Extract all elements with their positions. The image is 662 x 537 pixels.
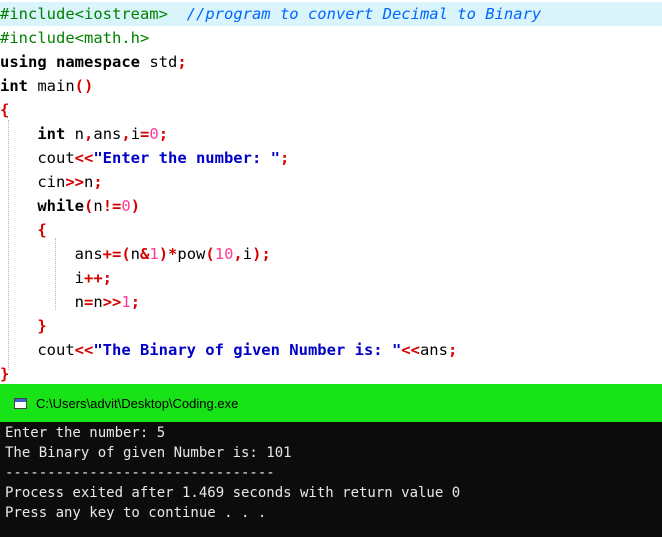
identifier: n — [130, 245, 141, 263]
operator: += — [102, 245, 122, 263]
keyword: int — [37, 125, 66, 143]
string-literal: "Enter the number: " — [93, 149, 280, 167]
identifier: ans — [74, 245, 103, 263]
operator: >> — [65, 173, 84, 191]
comma: , — [121, 125, 131, 143]
code-line-1[interactable]: #include<iostream> //program to convert … — [0, 2, 662, 26]
operator: ++ — [84, 269, 103, 287]
semicolon: ; — [130, 293, 141, 311]
number-literal: 1 — [149, 245, 159, 263]
code-editor[interactable]: #include<iostream> //program to convert … — [0, 0, 662, 384]
semicolon: ; — [279, 149, 290, 167]
console-titlebar[interactable]: C:\Users\advit\Desktop\Coding.exe — [0, 384, 662, 422]
code-line-6[interactable]: int n,ans,i=0; — [0, 122, 168, 146]
console-output[interactable]: Enter the number: 5 The Binary of given … — [0, 422, 662, 537]
operator: & — [140, 245, 150, 263]
code-line-10[interactable]: { — [0, 218, 47, 242]
identifier: n — [74, 293, 84, 311]
semicolon: ; — [261, 245, 271, 263]
semicolon: ; — [93, 173, 103, 191]
preprocessor-directive: #include<math.h> — [0, 29, 150, 47]
parenthesis: ( — [121, 245, 131, 263]
parenthesis: ( — [84, 197, 94, 215]
semicolon: ; — [158, 125, 169, 143]
semicolon: ; — [447, 341, 458, 359]
console-line: Process exited after 1.469 seconds with … — [5, 485, 461, 501]
number-literal: 0 — [121, 197, 131, 215]
brace: } — [37, 317, 47, 335]
preprocessor-directive: #include<iostream> — [0, 5, 168, 23]
code-line-3[interactable]: using namespace std; — [0, 50, 187, 74]
identifier: n — [84, 173, 94, 191]
parenthesis: ) — [130, 197, 141, 215]
identifier: i — [74, 269, 84, 287]
number-literal: 10 — [214, 245, 234, 263]
comma: , — [84, 125, 94, 143]
identifier: ans — [93, 125, 122, 143]
console-window[interactable]: C:\Users\advit\Desktop\Coding.exe Enter … — [0, 384, 662, 537]
identifier: std — [149, 53, 178, 71]
identifier: i — [242, 245, 253, 263]
identifier: n — [74, 125, 85, 143]
code-line-5[interactable]: { — [0, 98, 9, 122]
operator: * — [168, 245, 178, 263]
brace: { — [0, 101, 10, 119]
keyword: while — [37, 197, 84, 215]
operator: << — [401, 341, 420, 359]
parentheses: () — [74, 77, 94, 95]
code-line-12[interactable]: i++; — [0, 266, 112, 290]
semicolon: ; — [102, 269, 113, 287]
code-line-15[interactable]: cout<<"The Binary of given Number is: "<… — [0, 338, 457, 362]
brace: { — [37, 221, 47, 239]
identifier: cout — [37, 149, 75, 167]
identifier: n — [93, 197, 103, 215]
code-line-11[interactable]: ans+=(n&1)*pow(10,i); — [0, 242, 271, 266]
string-literal: "The Binary of given Number is: " — [93, 341, 402, 359]
code-comment: //program to convert Decimal to Binary — [186, 5, 542, 23]
console-line: Enter the number: 5 — [5, 425, 166, 441]
console-title: C:\Users\advit\Desktop\Coding.exe — [36, 396, 239, 411]
console-app-icon — [14, 398, 27, 409]
code-line-13[interactable]: n=n>>1; — [0, 290, 140, 314]
operator: != — [102, 197, 122, 215]
identifier: n — [93, 293, 103, 311]
keyword: int — [0, 77, 28, 95]
code-line-2[interactable]: #include<math.h> — [0, 26, 149, 50]
keyword: using — [0, 53, 47, 71]
comma: , — [233, 245, 243, 263]
code-line-4[interactable]: int main() — [0, 74, 93, 98]
brace: } — [0, 365, 10, 383]
identifier: cin — [37, 173, 66, 191]
keyword: namespace — [56, 53, 141, 71]
identifier: ans — [419, 341, 448, 359]
number-literal: 0 — [149, 125, 159, 143]
operator: >> — [102, 293, 122, 311]
code-line-9[interactable]: while(n!=0) — [0, 194, 140, 218]
operator: = — [140, 125, 150, 143]
number-literal: 1 — [121, 293, 131, 311]
code-line-7[interactable]: cout<<"Enter the number: "; — [0, 146, 289, 170]
parenthesis: ) — [158, 245, 169, 263]
identifier: i — [130, 125, 141, 143]
operator: << — [74, 149, 94, 167]
identifier: main — [37, 77, 75, 95]
console-separator: -------------------------------- — [5, 465, 275, 481]
semicolon: ; — [177, 53, 187, 71]
code-line-14[interactable]: } — [0, 314, 47, 338]
operator: << — [74, 341, 94, 359]
parenthesis: ( — [205, 245, 215, 263]
identifier: cout — [37, 341, 75, 359]
operator: = — [84, 293, 94, 311]
code-line-16[interactable]: } — [0, 362, 9, 386]
identifier: pow — [177, 245, 206, 263]
code-line-8[interactable]: cin>>n; — [0, 170, 103, 194]
console-line: Press any key to continue . . . — [5, 505, 267, 521]
console-line: The Binary of given Number is: 101 — [5, 445, 292, 461]
